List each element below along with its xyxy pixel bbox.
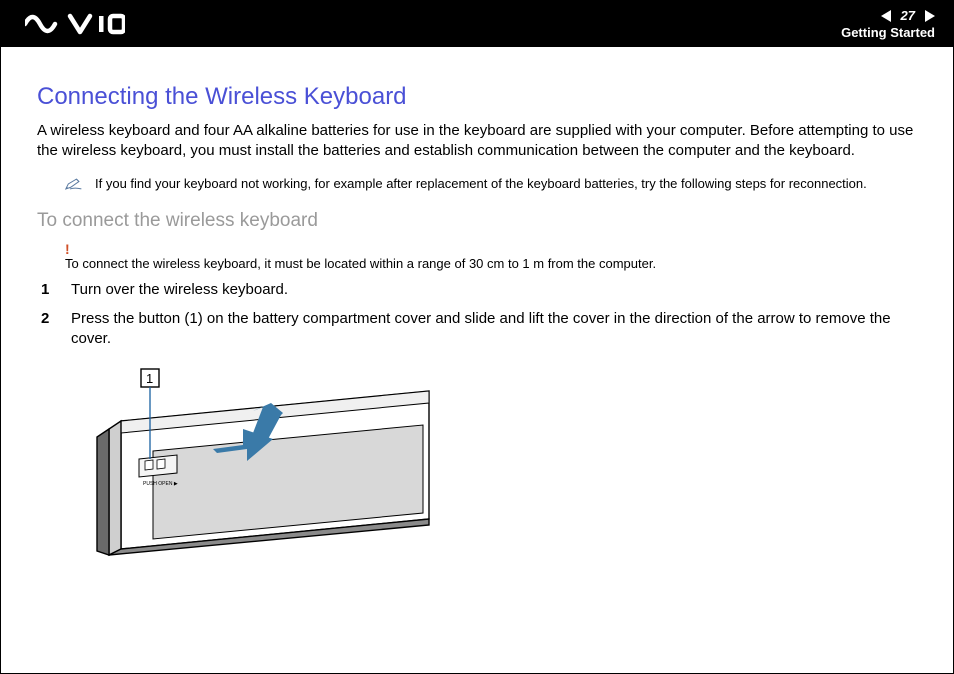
- pager: 27: [881, 8, 935, 23]
- steps-list: Turn over the wireless keyboard. Press t…: [37, 280, 917, 349]
- section-title: Getting Started: [841, 25, 935, 40]
- header-bar: 27 Getting Started: [1, 1, 953, 47]
- next-page-arrow-icon[interactable]: [925, 10, 935, 22]
- push-open-label: PUSH OPEN ▶: [143, 481, 178, 487]
- note-text: If you find your keyboard not working, f…: [95, 176, 867, 193]
- step-text: Turn over the wireless keyboard.: [71, 280, 288, 300]
- warning-block: ! To connect the wireless keyboard, it m…: [65, 242, 917, 273]
- note-block: If you find your keyboard not working, f…: [65, 176, 917, 196]
- warning-icon: !: [65, 242, 917, 256]
- page-heading: Connecting the Wireless Keyboard: [37, 83, 917, 111]
- callout-number: 1: [146, 371, 153, 386]
- list-item: Turn over the wireless keyboard.: [37, 280, 917, 300]
- list-item: Press the button (1) on the battery comp…: [37, 309, 917, 350]
- intro-paragraph: A wireless keyboard and four AA alkaline…: [37, 121, 917, 162]
- subheading: To connect the wireless keyboard: [37, 210, 917, 232]
- warning-text: To connect the wireless keyboard, it mus…: [65, 256, 917, 273]
- pencil-icon: [65, 177, 83, 196]
- prev-page-arrow-icon[interactable]: [881, 10, 891, 22]
- vaio-logo: [25, 13, 125, 35]
- page-number: 27: [901, 8, 915, 23]
- battery-cover-figure: PUSH OPEN ▶ 1: [93, 363, 917, 563]
- page-content: Connecting the Wireless Keyboard A wirel…: [1, 47, 953, 673]
- step-text: Press the button (1) on the battery comp…: [71, 309, 917, 350]
